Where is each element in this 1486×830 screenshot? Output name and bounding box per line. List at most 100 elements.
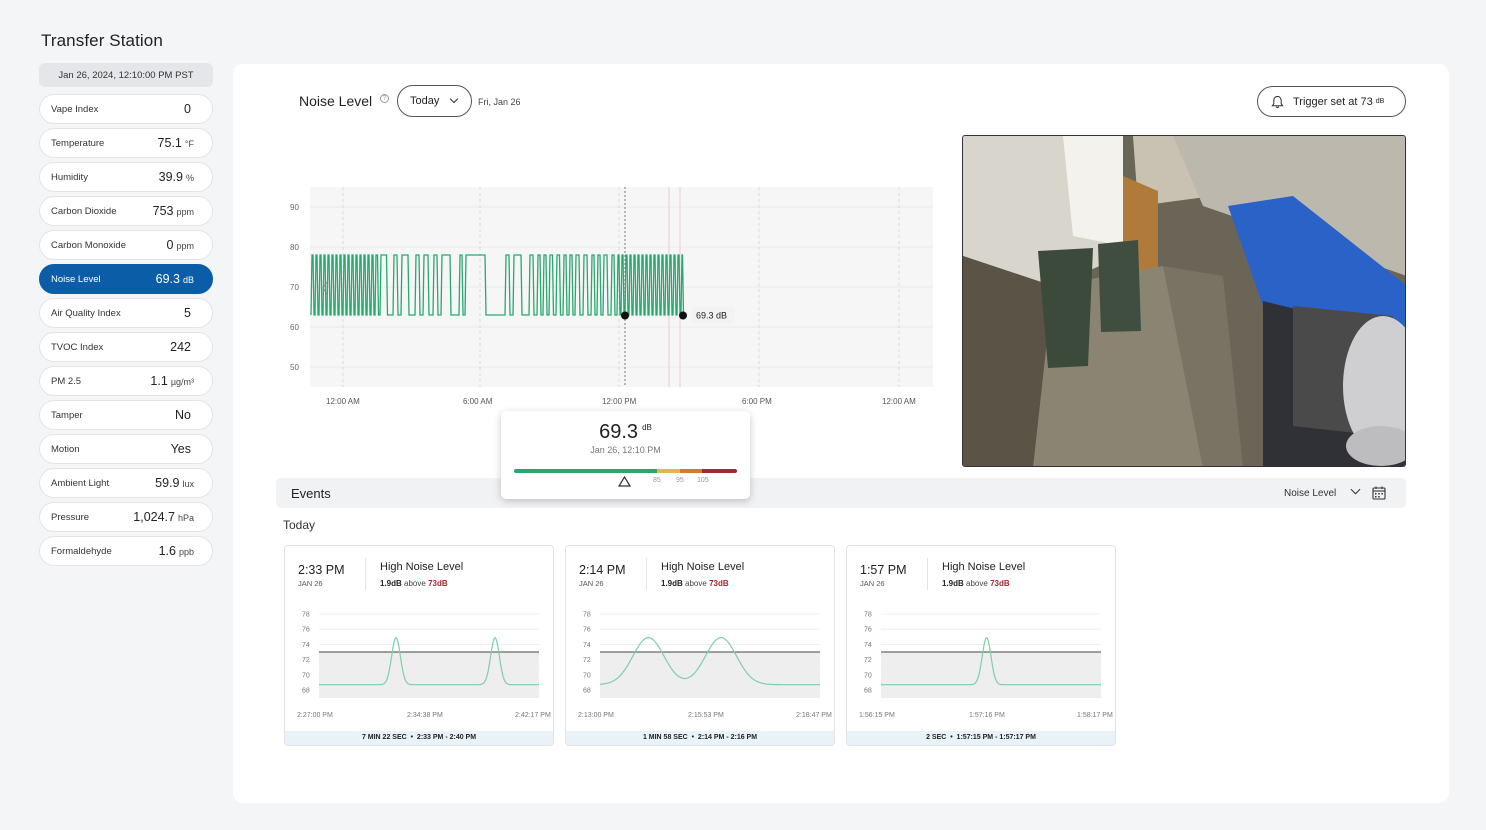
sensor-item[interactable]: Ambient Light 59.9 lux	[39, 468, 213, 498]
x-tick-label: 12:00 AM	[882, 397, 916, 406]
sensor-value-wrap: 0	[184, 100, 194, 118]
y-tick-label: 70	[290, 283, 299, 292]
event-type: High Noise Level	[380, 561, 464, 573]
event-day: JAN 26	[860, 579, 885, 588]
sensor-item[interactable]: Noise Level 69.3 dB	[39, 264, 213, 294]
sensor-value: 69.3	[155, 272, 180, 286]
sensor-unit: %	[185, 173, 194, 183]
sensor-item[interactable]: Air Quality Index 5	[39, 298, 213, 328]
sensor-label: Ambient Light	[51, 477, 110, 489]
x-tick-label: 6:00 PM	[742, 397, 772, 406]
sensor-label: Formaldehyde	[51, 545, 112, 557]
y-tick-label: 78	[864, 612, 872, 619]
event-time: 2:14 PM	[579, 563, 626, 577]
page-title: Transfer Station	[41, 31, 163, 50]
sensor-item[interactable]: Tamper No	[39, 400, 213, 430]
sensor-value-wrap: 1.6 ppb	[159, 542, 194, 560]
sensor-item[interactable]: Humidity 39.9%	[39, 162, 213, 192]
sensor-item[interactable]: PM 2.5 1.1 µg/m³	[39, 366, 213, 396]
y-tick-label: 76	[583, 627, 591, 634]
event-card[interactable]: 2:33 PM JAN 26 High Noise Level 1.9dB above…	[284, 545, 554, 746]
sensor-item[interactable]: Formaldehyde 1.6 ppb	[39, 536, 213, 566]
event-footer: 7 MIN 22 SEC • 2:33 PM - 2:40 PM	[285, 731, 553, 745]
sensor-value-wrap: No	[175, 406, 194, 424]
calendar-icon[interactable]	[1372, 486, 1386, 500]
noise-chart[interactable]: 90 80 70 60 50 12:00 AM 6:00 AM 12:00 PM 6:00 PM…	[273, 174, 943, 414]
camera-feed[interactable]	[962, 135, 1406, 467]
sensor-item[interactable]: Temperature 75.1 °F	[39, 128, 213, 158]
x-tick-label: 1:58:17 PM	[1077, 712, 1113, 719]
sensor-item[interactable]: Motion Yes	[39, 434, 213, 464]
sensor-label: Temperature	[51, 137, 105, 149]
sensor-label: TVOC Index	[51, 341, 104, 353]
sensor-item[interactable]: TVOC Index 242	[39, 332, 213, 362]
event-day: JAN 26	[579, 579, 604, 588]
events-section-today: Today	[283, 518, 316, 532]
trigger-unit: dB	[1375, 98, 1385, 105]
main-panel: Noise Level ? Today Fri, Jan 26 Trigger …	[233, 64, 1449, 803]
sensor-value-wrap: 1,024.7 hPa	[133, 508, 194, 526]
y-tick-label: 76	[302, 627, 310, 634]
sensor-item[interactable]: Carbon Monoxide 0 ppm	[39, 230, 213, 260]
current-point	[679, 311, 687, 320]
event-chart: 78 76 74 72 70 68 2:27:00 PM 2:34:38 PM 2:42:17 …	[297, 612, 551, 720]
sensor-value-wrap: 0 ppm	[167, 236, 194, 254]
event-type: High Noise Level	[661, 561, 745, 573]
x-tick-label: 2:13:00 PM	[578, 712, 614, 719]
chevron-down-icon	[449, 94, 459, 104]
sensor-item[interactable]: Pressure 1,024.7 hPa	[39, 502, 213, 532]
triangle-marker-icon	[618, 476, 631, 487]
x-tick-label: 1:56:15 PM	[859, 712, 895, 719]
y-tick-label: 78	[302, 612, 310, 619]
y-tick-label: 78	[583, 612, 591, 619]
scale-tick: 105	[697, 477, 709, 484]
x-tick-label: 2:42:17 PM	[515, 712, 551, 719]
tooltip-date: Jan 26, 12:10 PM	[590, 445, 661, 455]
sensor-value: 0	[166, 238, 174, 252]
divider	[365, 558, 366, 590]
sensor-value: 1.6	[158, 544, 176, 558]
event-card[interactable]: 1:57 PM JAN 26 High Noise Level 1.9dB above…	[846, 545, 1116, 746]
event-chart: 78 76 74 72 70 68 1:56:15 PM 1:57:16 PM 1:58:17 …	[859, 612, 1113, 720]
current-value-label: 69.3 dB	[696, 311, 727, 321]
y-tick-label: 70	[864, 672, 872, 679]
sensor-unit: µg/m³	[170, 377, 194, 387]
date-label: Fri, Jan 26	[478, 97, 521, 107]
sensor-value: 1.1	[150, 374, 168, 388]
y-tick-label: 68	[583, 688, 591, 695]
trigger-button[interactable]: Trigger set at 73 dB	[1257, 86, 1406, 117]
chevron-down-icon[interactable]	[1350, 484, 1361, 495]
y-tick-label: 80	[290, 243, 299, 252]
help-icon[interactable]: ?	[380, 94, 389, 103]
chart-title: Noise Level	[299, 93, 373, 109]
x-tick-label: 12:00 AM	[326, 397, 360, 406]
sensor-label: Pressure	[51, 511, 90, 523]
range-select[interactable]: Today	[397, 85, 472, 117]
value-tooltip: 69.3 dB Jan 26, 12:10 PM 85 95 105	[501, 411, 750, 499]
event-type: High Noise Level	[942, 561, 1026, 573]
sensor-value: Yes	[170, 442, 191, 456]
scale-tick: 85	[653, 477, 661, 484]
y-tick-label: 70	[583, 672, 591, 679]
x-tick-label: 2:27:00 PM	[297, 712, 333, 719]
camera-image	[963, 136, 1405, 466]
sensor-unit: lux	[182, 479, 194, 489]
sensor-value: 59.9	[155, 476, 180, 490]
sensor-item[interactable]: Carbon Dioxide 753 ppm	[39, 196, 213, 226]
y-tick-label: 68	[302, 688, 310, 695]
event-card[interactable]: 2:14 PM JAN 26 High Noise Level 1.9dB above…	[565, 545, 835, 746]
scale-tick: 95	[676, 477, 684, 484]
y-tick-label: 70	[302, 672, 310, 679]
events-title: Events	[291, 486, 331, 501]
y-tick-label: 90	[290, 203, 299, 212]
sensor-label: Vape Index	[51, 103, 99, 115]
sensor-label: Motion	[51, 443, 80, 455]
timestamp-pill: Jan 26, 2024, 12:10:00 PM PST	[39, 63, 213, 87]
events-filter[interactable]: Noise Level	[1284, 488, 1336, 499]
sensor-label: Humidity	[51, 171, 88, 183]
divider	[646, 558, 647, 590]
sensor-unit: ppb	[178, 547, 194, 557]
sensor-item[interactable]: Vape Index 0	[39, 94, 213, 124]
sensor-value: No	[175, 408, 191, 422]
y-tick-label: 76	[864, 627, 872, 634]
